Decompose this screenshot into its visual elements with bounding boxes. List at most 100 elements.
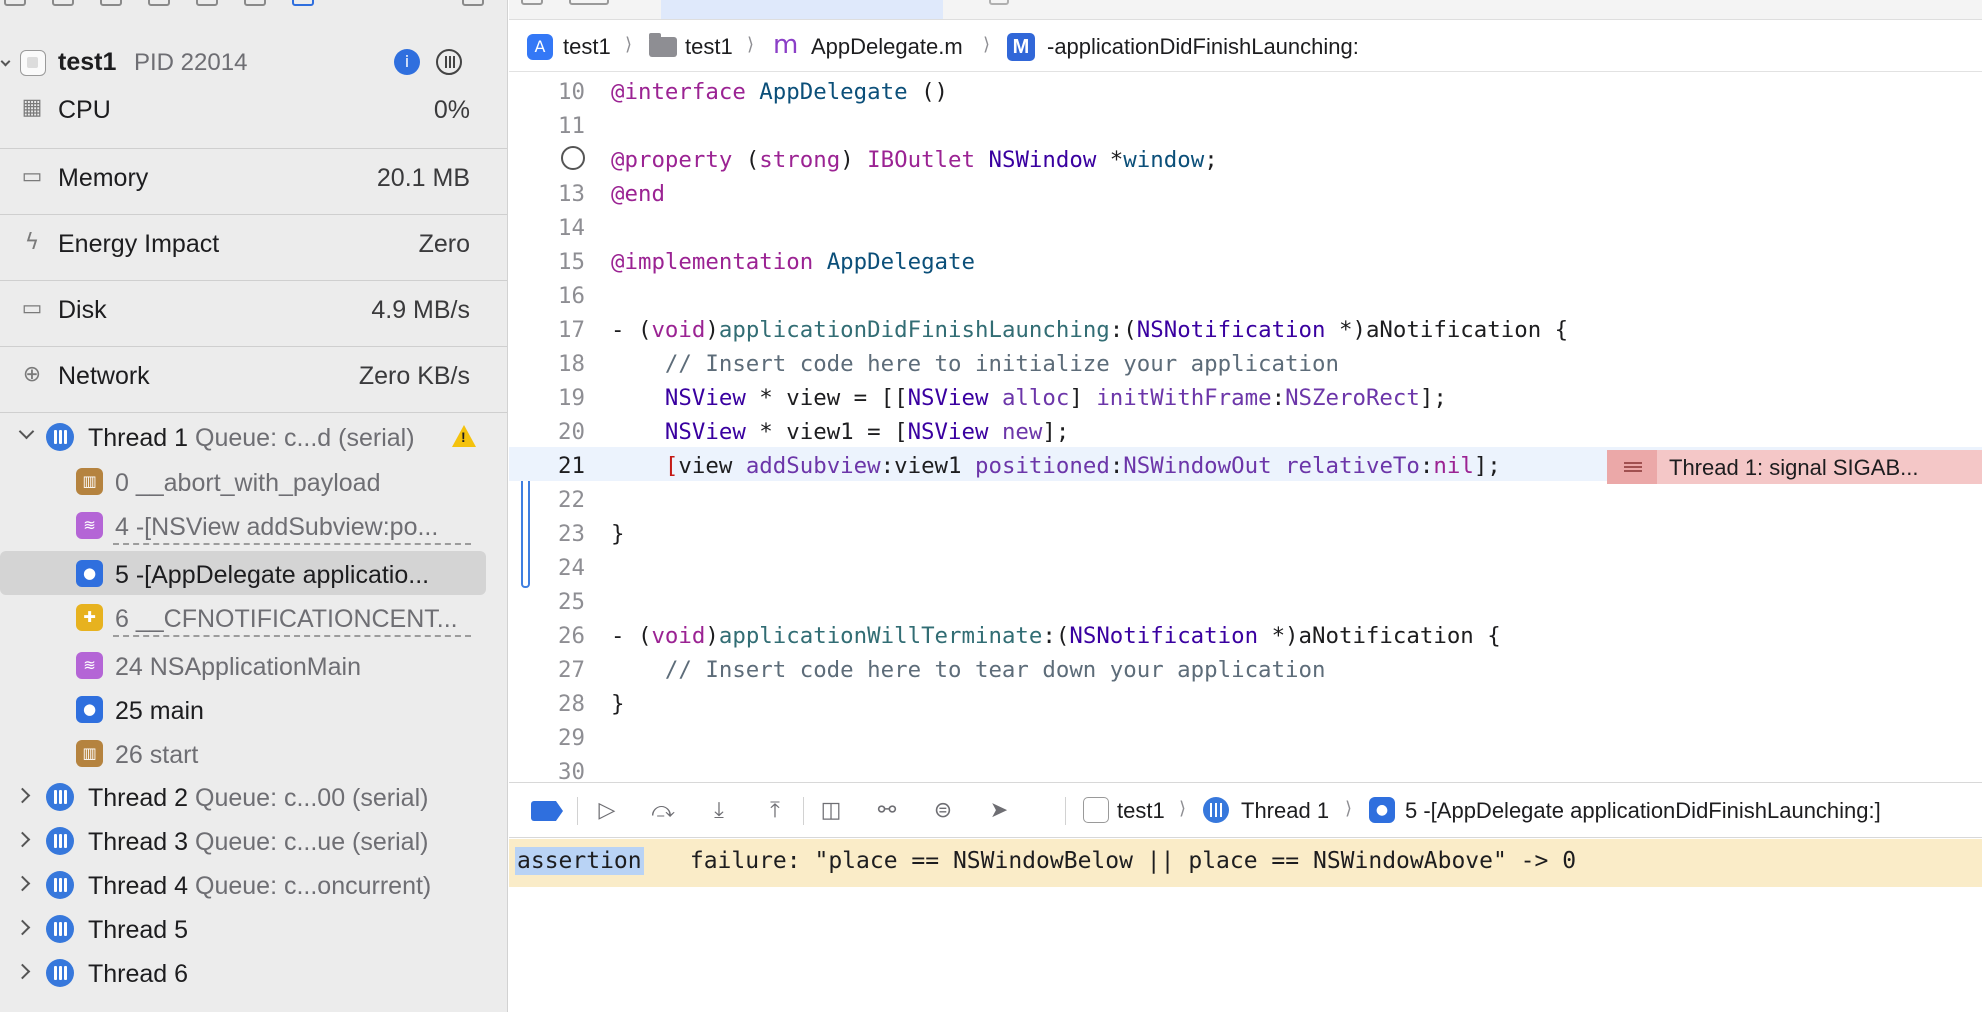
thread-queue: Queue: c...00 (serial) bbox=[195, 784, 429, 812]
tab-icon[interactable] bbox=[989, 0, 1009, 5]
debug-frame[interactable]: 5 -[AppDelegate applicationDidFinishLaun… bbox=[1405, 798, 1881, 824]
code-line[interactable]: 24 bbox=[509, 549, 1982, 583]
breadcrumb-file[interactable]: AppDelegate.m bbox=[811, 34, 963, 60]
bolt-icon: ϟ bbox=[24, 230, 40, 255]
line-number: 15 bbox=[558, 249, 585, 275]
code-line[interactable]: 27 // Insert code here to tear down your… bbox=[509, 651, 1982, 685]
code-text: NSView * view1 = [NSView new]; bbox=[664, 419, 1070, 445]
line-number: 19 bbox=[558, 385, 585, 411]
code-line[interactable]: 17 - (void)applicationDidFinishLaunching… bbox=[509, 311, 1982, 345]
disclosure-triangle-icon[interactable] bbox=[18, 423, 35, 440]
thread-row[interactable]: Thread 2 Queue: c...00 (serial) bbox=[0, 775, 507, 819]
breadcrumb-project[interactable]: test1 bbox=[563, 34, 611, 60]
code-text: // Insert code here to initialize your a… bbox=[664, 351, 1339, 377]
symbol-icon[interactable] bbox=[100, 0, 122, 6]
thread-name: Thread 5 bbox=[88, 916, 189, 944]
threads-icon[interactable] bbox=[436, 49, 462, 75]
thread-name: Thread 1 bbox=[88, 424, 189, 452]
thread-row[interactable]: Thread 5 bbox=[0, 907, 507, 951]
disclosure-triangle-icon[interactable] bbox=[14, 875, 31, 892]
stack-frame-row[interactable]: ● 25 main bbox=[0, 687, 486, 731]
code-line[interactable]: 26 - (void)applicationWillTerminate:(NSN… bbox=[509, 617, 1982, 651]
continue-icon[interactable]: ▷ bbox=[593, 797, 621, 825]
disclosure-triangle-icon[interactable] bbox=[14, 963, 31, 980]
code-line[interactable]: 15 @implementation AppDelegate bbox=[509, 243, 1982, 277]
gauge-cpu[interactable]: ▦ CPU 0% bbox=[0, 84, 507, 150]
code-line[interactable]: @property (strong) IBOutlet NSWindow *wi… bbox=[509, 141, 1982, 175]
thread-row[interactable]: Thread 4 Queue: c...oncurrent) bbox=[0, 863, 507, 907]
find-icon[interactable] bbox=[148, 0, 170, 6]
stack-frame-row[interactable]: ▥ 26 start bbox=[0, 731, 486, 775]
outlet-connection-icon[interactable] bbox=[561, 146, 585, 170]
thread-row[interactable]: Thread 3 Queue: c...ue (serial) bbox=[0, 819, 507, 863]
code-line[interactable]: 29 bbox=[509, 719, 1982, 753]
disclosure-triangle-icon[interactable] bbox=[14, 919, 31, 936]
report-icon[interactable] bbox=[462, 0, 484, 6]
stack-frame-row[interactable]: ✚ 6 __CFNOTIFICATIONCENT... bbox=[0, 595, 486, 639]
code-line[interactable]: 20 NSView * view1 = [NSView new]; bbox=[509, 413, 1982, 447]
debug-process[interactable]: test1 bbox=[1117, 798, 1165, 824]
back-forward-icon[interactable] bbox=[569, 0, 609, 5]
step-out-icon[interactable]: ⤒ bbox=[761, 797, 789, 825]
error-annotation[interactable]: Thread 1: signal SIGAB... bbox=[1607, 450, 1982, 484]
line-number: 13 bbox=[558, 181, 585, 207]
code-line[interactable]: 14 bbox=[509, 209, 1982, 243]
code-text: @interface AppDelegate () bbox=[611, 79, 949, 105]
tab-appdelegate[interactable] bbox=[661, 0, 943, 19]
breadcrumb-method[interactable]: -applicationDidFinishLaunching: bbox=[1047, 34, 1359, 60]
method-icon: M bbox=[1007, 33, 1035, 61]
code-line[interactable]: 23 } bbox=[509, 515, 1982, 549]
debug-console[interactable]: assertion failure: "place == NSWindowBel… bbox=[509, 839, 1982, 1012]
stack-frame-row-selected[interactable]: ● 5 -[AppDelegate applicatio... bbox=[0, 551, 486, 595]
frame-label: 24 NSApplicationMain bbox=[115, 653, 361, 681]
gauge-memory[interactable]: ▭ Memory 20.1 MB bbox=[0, 148, 507, 214]
gauge-network[interactable]: ⊕ Network Zero KB/s bbox=[0, 346, 507, 412]
process-row[interactable]: test1 PID 22014 i bbox=[0, 44, 507, 82]
gauge-disk[interactable]: ▭ Disk 4.9 MB/s bbox=[0, 280, 507, 346]
thread-icon bbox=[46, 827, 74, 855]
test-icon[interactable] bbox=[244, 0, 266, 6]
info-icon[interactable]: i bbox=[394, 49, 420, 75]
code-line[interactable]: 28 } bbox=[509, 685, 1982, 719]
code-line[interactable]: 16 bbox=[509, 277, 1982, 311]
code-line[interactable]: 22 bbox=[509, 481, 1982, 515]
debug-navigator-icon[interactable] bbox=[292, 0, 314, 6]
thread-row[interactable]: Thread 6 bbox=[0, 951, 507, 995]
breakpoints-toggle-icon[interactable] bbox=[531, 801, 563, 821]
code-line[interactable]: 10 @interface AppDelegate () bbox=[509, 73, 1982, 107]
grid-icon[interactable] bbox=[521, 0, 543, 5]
framework-icon: ≋ bbox=[76, 512, 103, 539]
process-pid: PID 22014 bbox=[134, 49, 248, 76]
thread-icon bbox=[46, 871, 74, 899]
disclosure-triangle-icon[interactable] bbox=[14, 787, 31, 804]
breadcrumb-folder[interactable]: test1 bbox=[685, 34, 733, 60]
code-line[interactable]: 19 NSView * view = [[NSView alloc] initW… bbox=[509, 379, 1982, 413]
code-line[interactable]: 18 // Insert code here to initialize you… bbox=[509, 345, 1982, 379]
view-hierarchy-icon[interactable]: ◫ bbox=[817, 797, 845, 825]
code-line[interactable]: 11 bbox=[509, 107, 1982, 141]
memory-graph-icon[interactable]: ⚯ bbox=[873, 797, 901, 825]
disclosure-triangle-icon[interactable] bbox=[14, 831, 31, 848]
code-area[interactable]: 10 @interface AppDelegate () 11 @propert… bbox=[509, 73, 1982, 781]
stack-frame-row[interactable]: ≋ 24 NSApplicationMain bbox=[0, 643, 486, 687]
code-line[interactable]: 30 bbox=[509, 753, 1982, 781]
step-over-icon[interactable]: ⤼ bbox=[649, 797, 677, 825]
debug-thread[interactable]: Thread 1 bbox=[1241, 798, 1329, 824]
issue-icon[interactable] bbox=[196, 0, 218, 6]
warning-icon[interactable] bbox=[452, 425, 476, 447]
code-line[interactable]: 25 bbox=[509, 583, 1982, 617]
code-text: @implementation AppDelegate bbox=[611, 249, 975, 275]
console-line[interactable]: assertion failure: "place == NSWindowBel… bbox=[509, 839, 1982, 887]
thread-row[interactable]: Thread 1 Queue: c...d (serial) bbox=[0, 415, 507, 459]
environment-overrides-icon[interactable]: ⊜ bbox=[929, 797, 957, 825]
source-control-icon[interactable] bbox=[52, 0, 74, 6]
folder-icon[interactable] bbox=[4, 0, 26, 6]
stack-frame-row[interactable]: ≋ 4 -[NSView addSubview:po... bbox=[0, 503, 486, 547]
code-line[interactable]: 13 @end bbox=[509, 175, 1982, 209]
disclosure-triangle-icon[interactable] bbox=[0, 56, 11, 67]
simulate-location-icon[interactable]: ➤ bbox=[985, 797, 1013, 825]
stack-frame-row[interactable]: ▥ 0 __abort_with_payload bbox=[0, 459, 486, 503]
step-into-icon[interactable]: ⤓ bbox=[705, 797, 733, 825]
gauge-energy[interactable]: ϟ Energy Impact Zero bbox=[0, 214, 507, 280]
chevron-right-icon: ⟩ bbox=[1345, 798, 1353, 819]
